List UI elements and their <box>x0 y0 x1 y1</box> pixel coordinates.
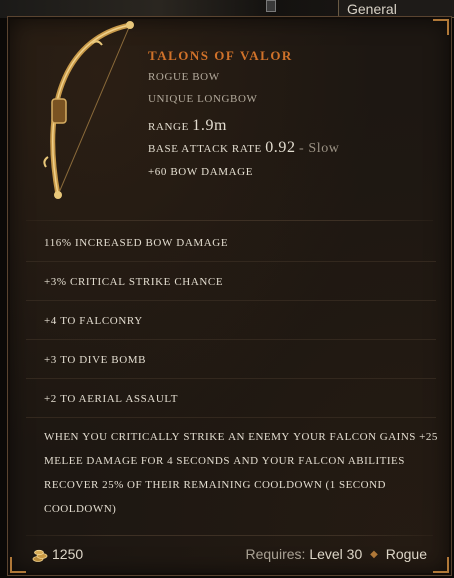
affix-item: +2 to Aerial Assault <box>26 379 436 418</box>
item-header: Talons of Valor Rogue Bow Unique Longbow… <box>148 43 448 182</box>
affix-item: +4 to Falconry <box>26 301 436 340</box>
requires-label: Requires: <box>245 546 306 562</box>
gold-value: 1250 <box>52 546 84 562</box>
attack-rate-speed: - Slow <box>298 141 340 156</box>
attack-rate-value: 0.92 <box>265 139 296 156</box>
item-type: Rogue Bow <box>148 68 220 84</box>
requires-class: Rogue <box>385 546 427 562</box>
affix-item: +3% Critical Strike Chance <box>26 262 436 301</box>
gold-coins-icon <box>32 549 48 562</box>
corner-ornament <box>10 557 26 573</box>
longbow-icon <box>43 21 134 199</box>
separator-dot: ◆ <box>370 549 378 560</box>
attack-rate-stat: Base Attack Rate 0.92 - Slow <box>148 137 448 160</box>
item-tooltip: Talons of Valor Rogue Bow Unique Longbow… <box>7 16 452 576</box>
unique-power-text: When you Critically Strike an enemy your… <box>44 428 438 516</box>
corner-ornament <box>433 557 449 573</box>
affix-list: 116% increased Bow Damage +3% Critical S… <box>26 223 436 418</box>
range-value: 1.9m <box>192 117 228 134</box>
range-label: Range <box>148 118 189 134</box>
requires-level: Level 30 <box>309 546 363 562</box>
corner-ornament <box>433 19 449 35</box>
attack-rate-label: Base Attack Rate <box>148 140 262 156</box>
implicit-affix: +60 Bow Damage <box>148 163 254 179</box>
requirements: Requires: Level 30 ◆ Rogue <box>246 546 428 562</box>
item-rarity: Unique Longbow <box>148 90 258 106</box>
tooltip-footer: 1250 Requires: Level 30 ◆ Rogue <box>26 535 433 575</box>
divider <box>26 220 433 221</box>
background-marker <box>266 0 276 12</box>
affix-item: 116% increased Bow Damage <box>26 223 436 262</box>
range-stat: Range 1.9m <box>148 115 448 137</box>
item-name: Talons of Valor <box>148 44 293 64</box>
affix-item: +3 to Dive Bomb <box>26 340 436 379</box>
